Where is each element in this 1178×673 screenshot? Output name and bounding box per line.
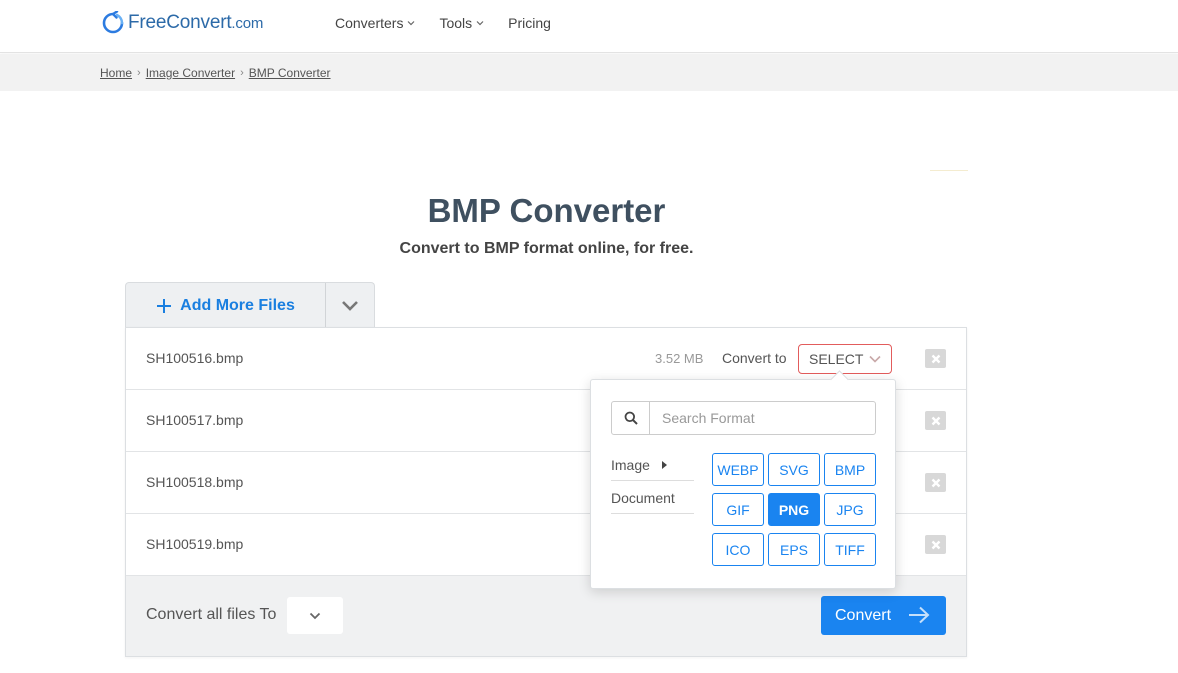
- nav-pricing[interactable]: Pricing: [508, 15, 551, 31]
- nav-converters[interactable]: Converters: [335, 15, 415, 31]
- format-svg[interactable]: SVG: [768, 453, 820, 486]
- format-grid: WEBP SVG BMP GIF PNG JPG ICO EPS TIFF: [712, 453, 876, 566]
- breadcrumb-bmp-converter[interactable]: BMP Converter: [249, 66, 331, 80]
- page-title: BMP Converter: [427, 192, 666, 229]
- file-name: SH100517.bmp: [146, 412, 244, 428]
- file-name: SH100516.bmp: [146, 350, 244, 366]
- close-icon: [931, 354, 940, 363]
- arrow-right-icon: [909, 606, 930, 624]
- logo-text: FreeConvert.com: [128, 12, 264, 33]
- decorative-line: [930, 170, 968, 171]
- category-image[interactable]: Image: [611, 449, 694, 481]
- site-header: FreeConvert.com Converters Tools Pricing: [0, 0, 1178, 53]
- format-select-button[interactable]: SELECT: [798, 344, 892, 374]
- page-subtitle: Convert to BMP format online, for free.: [399, 240, 694, 257]
- format-gif[interactable]: GIF: [712, 493, 764, 526]
- plus-icon: [157, 298, 172, 313]
- category-document[interactable]: Document: [611, 482, 694, 514]
- format-png[interactable]: PNG: [768, 493, 820, 526]
- format-tiff[interactable]: TIFF: [824, 533, 876, 566]
- main-nav: Converters Tools Pricing: [335, 15, 551, 31]
- file-name: SH100518.bmp: [146, 474, 244, 490]
- chevron-down-icon: [309, 612, 321, 619]
- search-icon: [612, 402, 650, 434]
- file-size: 3.52 MB: [655, 351, 704, 366]
- format-eps[interactable]: EPS: [768, 533, 820, 566]
- add-files-dropdown-button[interactable]: [326, 283, 374, 328]
- close-icon: [931, 416, 940, 425]
- format-webp[interactable]: WEBP: [712, 453, 764, 486]
- logo[interactable]: FreeConvert.com: [101, 10, 263, 36]
- refresh-logo-icon: [102, 11, 124, 34]
- caret-right-icon: [662, 461, 667, 469]
- close-icon: [931, 478, 940, 487]
- format-dropdown: Image Document WEBP SVG BMP GIF PNG JPG …: [590, 379, 896, 589]
- convert-all-label: Convert all files To: [146, 606, 277, 623]
- breadcrumb-image-converter[interactable]: Image Converter: [146, 66, 235, 80]
- nav-tools[interactable]: Tools: [439, 15, 484, 31]
- format-search: [611, 401, 876, 435]
- close-icon: [931, 540, 940, 549]
- breadcrumb-separator: ›: [240, 67, 244, 79]
- breadcrumb-bar: Home › Image Converter › BMP Converter: [0, 54, 1178, 91]
- convert-to-label: Convert to: [722, 350, 787, 366]
- remove-file-button[interactable]: [925, 473, 946, 492]
- remove-file-button[interactable]: [925, 535, 946, 554]
- breadcrumb-separator: ›: [137, 67, 141, 79]
- breadcrumb: Home › Image Converter › BMP Converter: [100, 66, 331, 80]
- convert-all-select[interactable]: [287, 597, 343, 634]
- remove-file-button[interactable]: [925, 349, 946, 368]
- chevron-down-icon: [342, 300, 358, 311]
- chevron-down-icon: [476, 21, 484, 26]
- add-more-files-button[interactable]: Add More Files: [126, 283, 325, 328]
- breadcrumb-home[interactable]: Home: [100, 66, 132, 80]
- add-more-files-label: Add More Files: [180, 296, 295, 314]
- file-name: SH100519.bmp: [146, 536, 244, 552]
- chevron-down-icon: [408, 21, 415, 26]
- format-ico[interactable]: ICO: [712, 533, 764, 566]
- chevron-down-icon: [869, 355, 881, 363]
- format-search-input[interactable]: [650, 402, 875, 434]
- format-jpg[interactable]: JPG: [824, 493, 876, 526]
- format-bmp[interactable]: BMP: [824, 453, 876, 486]
- convert-button[interactable]: Convert: [821, 596, 946, 635]
- add-files-tab: Add More Files: [125, 282, 375, 328]
- remove-file-button[interactable]: [925, 411, 946, 430]
